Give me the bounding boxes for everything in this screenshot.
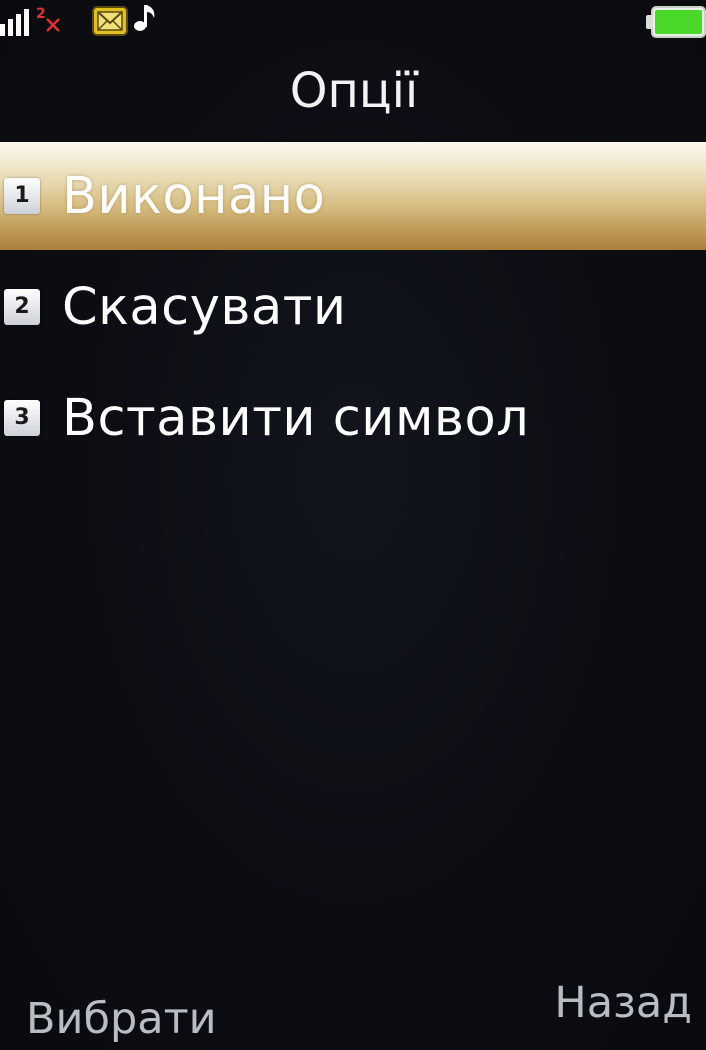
menu-item-label: Вставити символ [62, 388, 530, 448]
menu-item-cancel[interactable]: 2 Скасувати [0, 253, 706, 361]
envelope-icon [92, 6, 128, 36]
sim2-no-signal-icon [46, 18, 60, 32]
menu-item-label: Скасувати [62, 277, 347, 337]
menu-item-done[interactable]: 1 Виконано [0, 142, 706, 250]
menu-item-insert-symbol[interactable]: 3 Вставити символ [0, 364, 706, 472]
menu-item-label: Виконано [62, 166, 326, 226]
menu-item-number-badge: 3 [4, 400, 40, 436]
music-note-icon [134, 5, 155, 31]
menu-item-number-badge: 2 [4, 289, 40, 325]
right-softkey-back[interactable]: Назад [554, 978, 692, 1028]
options-menu: 1 Виконано 2 Скасувати 3 Вставити символ [0, 142, 706, 475]
left-softkey-select[interactable]: Вибрати [26, 994, 217, 1044]
status-bar: 2 [0, 0, 706, 44]
battery-icon [646, 6, 706, 38]
signal-bars-icon [0, 9, 29, 36]
page-title: Опції [289, 63, 419, 119]
menu-item-number-badge: 1 [4, 178, 40, 214]
